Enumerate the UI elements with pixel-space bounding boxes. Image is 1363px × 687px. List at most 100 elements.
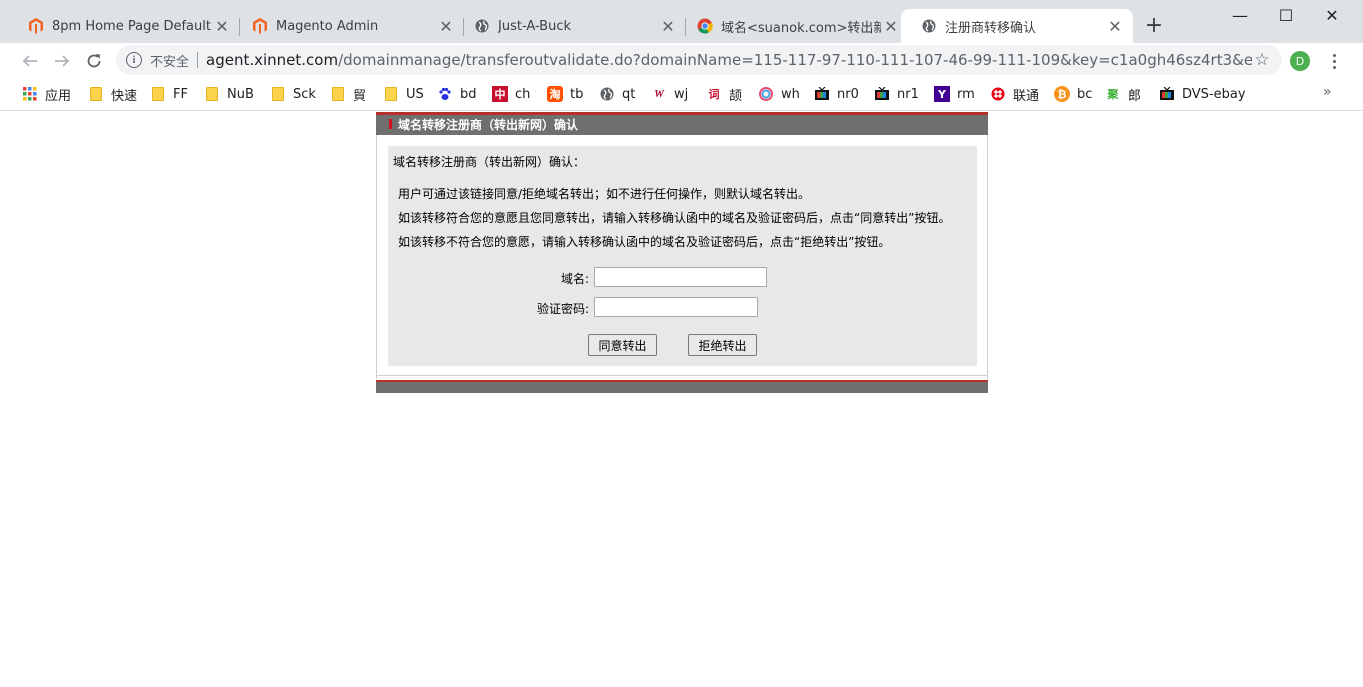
bookmark-item[interactable]: Wwj — [651, 84, 688, 104]
bookmark-item[interactable]: Yrm — [934, 84, 975, 104]
bookmark-item[interactable]: DVS-ebay — [1159, 84, 1246, 104]
bookmark-label: 联通 — [1013, 88, 1040, 104]
bookmark-item[interactable]: US — [383, 84, 424, 104]
form-heading: 域名转移注册商（转出新网）确认： — [393, 155, 586, 169]
instruction-line-3: 如该转移不符合您的意愿，请输入转移确认函中的域名及验证密码后，点击“拒绝转出”按… — [398, 235, 891, 249]
url-host: agent.xinnet.com — [206, 51, 339, 69]
ci-icon: 词 — [708, 88, 720, 101]
bookmark-item[interactable]: nr1 — [874, 84, 919, 104]
baidu-paw-icon — [437, 86, 453, 102]
bookmark-label: Sck — [293, 86, 316, 102]
bookmark-item[interactable]: 淘 tb — [547, 84, 583, 104]
browser-toolbar: i 不安全 agent.xinnet.com/domainmanage/tran… — [0, 43, 1363, 78]
bookmark-item[interactable]: wh — [758, 84, 800, 104]
minimize-icon[interactable]: — — [1217, 0, 1263, 30]
bookmark-label: 貿 — [353, 88, 367, 104]
back-arrow-icon[interactable] — [17, 48, 43, 74]
bookmark-item[interactable]: 联通 — [990, 84, 1039, 104]
tv-icon — [1159, 86, 1175, 102]
bookmark-label: 应用 — [45, 88, 72, 104]
instruction-line-1: 用户可通过该链接同意/拒绝域名转出；如不进行任何操作，则默认域名转出。 — [398, 187, 811, 201]
bookmark-item[interactable]: Sck — [270, 84, 316, 104]
bookmark-label: bd — [460, 86, 477, 102]
bookmark-item[interactable]: FF — [150, 84, 188, 104]
bookmark-label: rm — [957, 86, 975, 102]
tab-title: 域名<suanok.com>转出新网 — [721, 20, 881, 36]
domain-input[interactable] — [594, 267, 767, 287]
bookmark-item[interactable]: bd — [437, 84, 477, 104]
agree-transfer-button[interactable]: 同意转出 — [588, 334, 657, 356]
folder-icon — [270, 86, 286, 102]
bookmark-label: tb — [570, 86, 584, 102]
profile-avatar[interactable]: D — [1290, 51, 1310, 71]
bookmark-label: wh — [781, 86, 800, 102]
page-viewport: 域名转移注册商（转出新网）确认 域名转移注册商（转出新网）确认： 用户可通过该链… — [0, 112, 1363, 687]
bookmark-item[interactable]: 中 ch — [492, 84, 530, 104]
apps-grid-icon — [22, 86, 38, 102]
bookmark-label: NuB — [227, 86, 254, 102]
magento-icon — [252, 18, 268, 34]
bookmark-star-icon[interactable]: ☆ — [1252, 50, 1272, 70]
form-area: 域名转移注册商（转出新网）确认： 用户可通过该链接同意/拒绝域名转出；如不进行任… — [388, 146, 977, 366]
bookmark-label: 郎 — [1128, 88, 1142, 104]
bookmark-label: FF — [173, 86, 188, 102]
unicom-icon — [990, 86, 1006, 102]
tv-icon — [874, 86, 890, 102]
bookmarks-bar: 应用 快速 FF NuB Sck 貿 US bd 中 ch 淘 tb qt Wwj 词颉 wh nr0 nr1 Yr… — [0, 78, 1363, 111]
tab-title: 注册商转移确认 — [945, 20, 1037, 36]
yahoo-icon: Y — [934, 86, 950, 102]
password-input[interactable] — [594, 297, 758, 317]
new-tab-plus-icon[interactable]: + — [1142, 14, 1166, 38]
bookmark-item[interactable]: 应用 — [22, 84, 71, 104]
tab-magento-admin[interactable]: Magento Admin ✕ — [232, 9, 464, 43]
url-path: /domainmanage/transferoutvalidate.do?dom… — [338, 51, 1252, 69]
url-text[interactable]: agent.xinnet.com/domainmanage/transferou… — [206, 51, 1252, 69]
tab-close-icon[interactable]: ✕ — [658, 16, 678, 36]
globe-icon — [599, 86, 615, 102]
tab-close-icon[interactable]: ✕ — [1105, 16, 1125, 36]
tab-title: Just-A-Buck — [498, 18, 572, 34]
bookmark-label: nr1 — [897, 86, 919, 102]
bookmark-item[interactable]: 貿 — [330, 84, 366, 104]
tab-close-icon[interactable]: ✕ — [881, 16, 901, 36]
globe-icon — [474, 18, 490, 34]
transfer-confirm-panel: 域名转移注册商（转出新网）确认 域名转移注册商（转出新网）确认： 用户可通过该链… — [376, 112, 988, 393]
folder-icon — [330, 86, 346, 102]
info-icon[interactable]: i — [126, 52, 142, 68]
bookmark-item[interactable]: 聚郎 — [1105, 84, 1142, 104]
bookmark-item[interactable]: nr0 — [814, 84, 859, 104]
bookmark-item[interactable]: ₿ bc — [1054, 84, 1092, 104]
bookmarks-overflow-icon[interactable]: » — [1323, 84, 1332, 100]
tab-title: Magento Admin — [276, 18, 379, 34]
panel-body: 域名转移注册商（转出新网）确认： 用户可通过该链接同意/拒绝域名转出；如不进行任… — [376, 135, 988, 379]
taobao-icon: 淘 — [547, 86, 563, 102]
reload-icon[interactable] — [81, 48, 107, 74]
tab-title: 8pm Home Page Default — [52, 18, 211, 34]
maximize-icon[interactable]: ☐ — [1263, 0, 1309, 30]
bookmark-item[interactable]: 快速 — [88, 84, 137, 104]
tab-registrar-transfer-confirm[interactable]: 注册商转移确认 ✕ — [901, 9, 1133, 43]
bookmark-label: 颉 — [729, 88, 743, 104]
chrome-menu-icon[interactable] — [1324, 50, 1344, 72]
instruction-line-2: 如该转移符合您的意愿且您同意转出，请输入转移确认函中的域名及验证密码后，点击“同… — [398, 211, 951, 225]
tab-suanok-transfer[interactable]: 域名<suanok.com>转出新网 ✕ — [677, 9, 909, 43]
address-divider — [197, 52, 199, 68]
forward-arrow-icon[interactable] — [49, 48, 75, 74]
not-secure-label[interactable]: 不安全 — [150, 51, 189, 70]
panel-divider — [376, 375, 988, 376]
tab-close-icon[interactable]: ✕ — [212, 16, 232, 36]
w-icon: W — [654, 88, 664, 100]
reject-transfer-button[interactable]: 拒绝转出 — [688, 334, 757, 356]
tab-8pm-home[interactable]: 8pm Home Page Default ✕ — [8, 9, 240, 43]
bookmark-item[interactable]: NuB — [204, 84, 254, 104]
tab-close-icon[interactable]: ✕ — [436, 16, 456, 36]
address-bar[interactable]: i 不安全 agent.xinnet.com/domainmanage/tran… — [116, 45, 1282, 75]
close-window-icon[interactable]: ✕ — [1309, 0, 1355, 30]
bookmark-item[interactable]: qt — [599, 84, 635, 104]
bookmark-label: wj — [674, 86, 689, 102]
folder-icon — [150, 86, 166, 102]
tab-just-a-buck[interactable]: Just-A-Buck ✕ — [454, 9, 686, 43]
password-label: 验证密码: — [536, 302, 589, 316]
panel-title: 域名转移注册商（转出新网）确认 — [398, 118, 579, 132]
bookmark-item[interactable]: 词颉 — [706, 84, 743, 104]
